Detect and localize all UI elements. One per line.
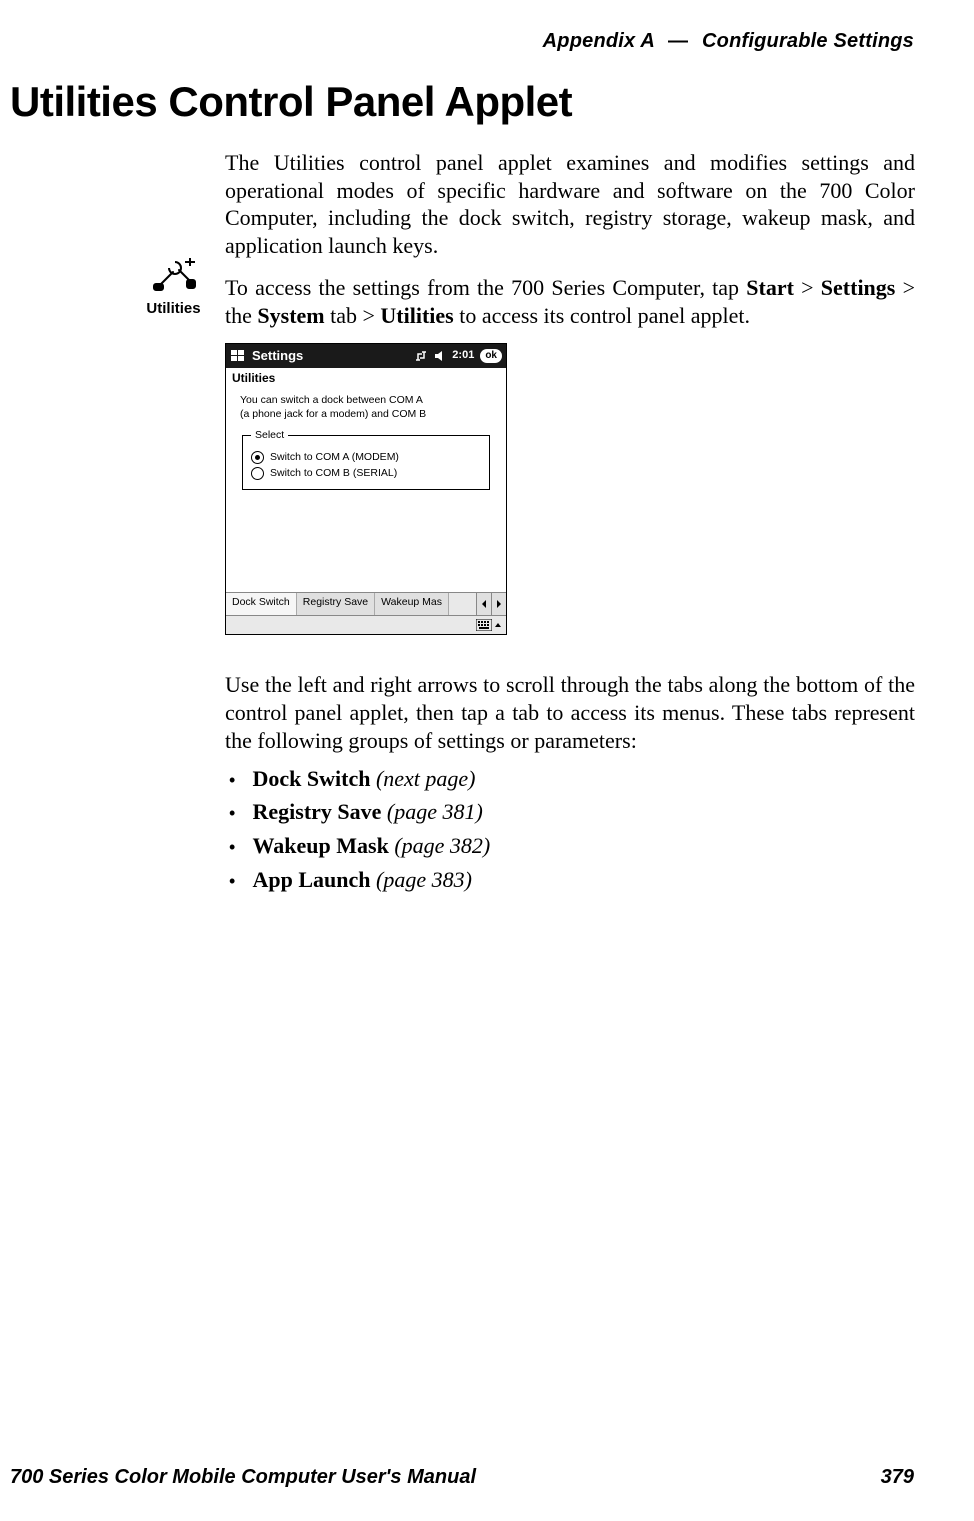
radio-a-label: Switch to COM A (MODEM)	[270, 451, 399, 464]
after-screenshot: Use the left and right arrows to scroll …	[225, 671, 915, 893]
group-name: Registry Save	[253, 799, 382, 824]
footer-manual: 700 Series Color Mobile Computer User's …	[10, 1466, 476, 1489]
utilities-icon-block: Utilities	[136, 256, 211, 317]
screenshot-titlebar: Settings 2:01 ok	[226, 344, 506, 368]
access-tab-gt: tab >	[325, 303, 381, 328]
tab-registry-save[interactable]: Registry Save	[297, 593, 375, 615]
group-name: Dock Switch	[253, 766, 371, 791]
access-prefix: To access the settings from the 700 Seri…	[225, 275, 746, 300]
screenshot-subhead: Utilities	[226, 368, 506, 388]
tab-wakeup-mask[interactable]: Wakeup Mas	[375, 593, 449, 615]
group-name: App Launch	[253, 867, 371, 892]
page-title: Utilities Control Panel Applet	[10, 78, 572, 126]
sip-bar	[226, 615, 506, 634]
chevron-left-icon	[480, 599, 488, 609]
radio-dot-icon	[251, 467, 264, 480]
footer-page-number: 379	[881, 1466, 914, 1489]
screenshot-title: Settings	[252, 348, 303, 364]
chevron-right-icon	[495, 599, 503, 609]
group-ref: (page 382)	[394, 833, 490, 858]
tab-dock-switch[interactable]: Dock Switch	[226, 593, 297, 615]
header-separator: —	[660, 30, 696, 52]
keyboard-icon[interactable]	[476, 619, 492, 631]
select-legend: Select	[251, 429, 288, 442]
radio-b-label: Switch to COM B (SERIAL)	[270, 467, 397, 480]
header-section: Configurable Settings	[702, 30, 914, 52]
access-system: System	[257, 303, 324, 328]
chevron-up-icon[interactable]	[494, 619, 502, 631]
access-paragraph: To access the settings from the 700 Seri…	[225, 274, 915, 329]
settings-groups-list: Dock Switch (next page) Registry Save (p…	[225, 765, 915, 894]
connectivity-icon	[414, 350, 428, 362]
access-start: Start	[746, 275, 794, 300]
tab-scroll	[476, 593, 506, 615]
screenshot-desc: You can switch a dock between COM A (a p…	[240, 394, 492, 420]
speaker-icon	[434, 350, 446, 362]
running-header: Appendix A — Configurable Settings	[543, 30, 914, 53]
group-ref: (page 383)	[376, 867, 472, 892]
utilities-icon-label: Utilities	[136, 300, 211, 317]
desc-line2: (a phone jack for a modem) and COM B	[240, 408, 426, 420]
tab-scroll-left[interactable]	[476, 593, 491, 615]
radio-com-b[interactable]: Switch to COM B (SERIAL)	[251, 467, 481, 480]
intro-paragraph: The Utilities control panel applet exami…	[225, 149, 915, 260]
radio-dot-icon	[251, 451, 264, 464]
group-name: Wakeup Mask	[253, 833, 389, 858]
body-column: The Utilities control panel applet exami…	[225, 149, 915, 899]
access-utilities: Utilities	[380, 303, 453, 328]
list-item: App Launch (page 383)	[247, 866, 915, 894]
access-gt1: >	[794, 275, 821, 300]
access-suffix: to access its control panel applet.	[454, 303, 750, 328]
after-paragraph: Use the left and right arrows to scroll …	[225, 671, 915, 754]
screenshot-tabs: Dock Switch Registry Save Wakeup Mas	[226, 592, 506, 615]
device-screenshot: Settings 2:01 ok Utilities You can switc…	[225, 343, 507, 635]
tools-icon	[151, 256, 197, 296]
desc-line1: You can switch a dock between COM A	[240, 394, 423, 406]
tab-scroll-right[interactable]	[491, 593, 506, 615]
screenshot-time: 2:01	[452, 349, 474, 363]
ok-button[interactable]: ok	[480, 349, 502, 363]
list-item: Registry Save (page 381)	[247, 798, 915, 826]
start-flag-icon	[230, 348, 246, 364]
group-ref: (page 381)	[387, 799, 483, 824]
screenshot-client: You can switch a dock between COM A (a p…	[226, 388, 506, 592]
group-ref: (next page)	[376, 766, 476, 791]
header-appendix: Appendix A	[543, 30, 655, 52]
page: Appendix A — Configurable Settings Utili…	[0, 0, 974, 1521]
list-item: Dock Switch (next page)	[247, 765, 915, 793]
list-item: Wakeup Mask (page 382)	[247, 832, 915, 860]
radio-com-a[interactable]: Switch to COM A (MODEM)	[251, 451, 481, 464]
access-settings: Settings	[821, 275, 896, 300]
select-group: Select Switch to COM A (MODEM) Switch to…	[242, 429, 490, 491]
page-footer: 700 Series Color Mobile Computer User's …	[10, 1466, 914, 1489]
